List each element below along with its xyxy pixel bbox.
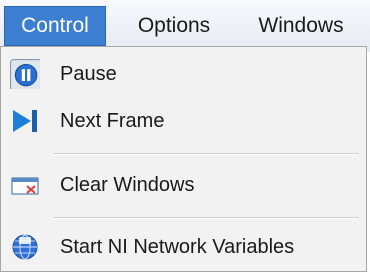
- menu-item-clear-windows[interactable]: Clear Windows: [5, 164, 363, 206]
- menu-item-pause[interactable]: Pause: [5, 53, 363, 95]
- menu-windows[interactable]: Windows: [242, 6, 360, 46]
- menu-bar: Control Options Windows: [0, 0, 370, 52]
- clear-windows-icon: [11, 177, 39, 195]
- next-frame-icon: [13, 110, 37, 132]
- menu-item-next-frame-label: Next Frame: [60, 110, 165, 132]
- menu-options[interactable]: Options: [120, 6, 228, 46]
- network-variables-icon: [12, 234, 38, 260]
- control-dropdown-menu: Pause Next Frame Clear Windows Start NI …: [0, 46, 367, 272]
- menu-item-next-frame[interactable]: Next Frame: [5, 100, 363, 142]
- menu-separator: [53, 217, 359, 219]
- menu-item-start-ni-network-variables[interactable]: Start NI Network Variables: [5, 226, 363, 268]
- pause-icon: [10, 59, 40, 89]
- menu-control[interactable]: Control: [4, 6, 106, 46]
- menu-separator: [53, 153, 359, 155]
- menu-item-clear-windows-label: Clear Windows: [60, 174, 195, 196]
- menu-item-start-ni-network-variables-label: Start NI Network Variables: [60, 236, 295, 258]
- menu-item-pause-label: Pause: [60, 63, 117, 85]
